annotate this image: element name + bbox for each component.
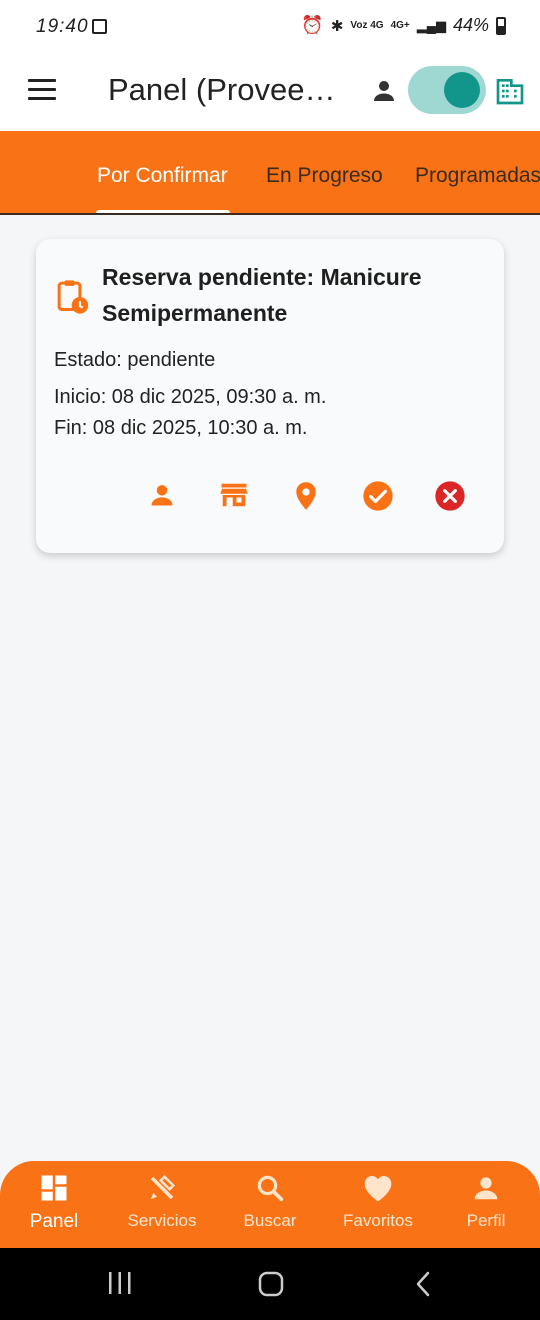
nav-buscar[interactable]: Buscar [220, 1173, 320, 1231]
nav-label-buscar: Buscar [243, 1211, 297, 1230]
account-icon[interactable] [369, 76, 399, 106]
nav-label-servicios: Servicios [127, 1211, 197, 1230]
booking-end: Fin: 08 dic 2025, 10:30 a. m. [54, 417, 308, 439]
page-title: Panel (Proveedor) [108, 72, 338, 107]
system-navigation-bar [0, 1248, 540, 1320]
signal-icon: ▂▄▆ [416, 17, 446, 33]
nav-label-perfil: Perfil [466, 1211, 506, 1230]
nav-label-favoritos: Favoritos [343, 1211, 413, 1230]
tab-en-progreso[interactable]: En Progreso [266, 164, 383, 188]
volte-icon: Voz 4G [350, 19, 384, 31]
tools-icon [150, 1174, 176, 1200]
location-pin-icon[interactable] [292, 480, 320, 512]
nav-panel[interactable]: Panel [4, 1173, 104, 1233]
nav-perfil[interactable]: Perfil [436, 1173, 536, 1231]
provider-mode-toggle[interactable] [408, 66, 486, 114]
heart-icon [364, 1176, 392, 1202]
dashboard-icon [41, 1175, 67, 1201]
alarm-icon: ⏰ [301, 15, 324, 35]
status-bar: 19:40 ⏰ ✱ Voz 4G 4G+ ▂▄▆ 44% [0, 0, 540, 56]
app-bar: Panel (Proveedor) [0, 56, 540, 131]
cancel-circle-icon[interactable] [434, 480, 466, 512]
battery-icon [496, 16, 506, 35]
toggle-knob [444, 72, 480, 108]
tab-bar: Por Confirmar En Progreso Programadas [0, 131, 540, 215]
back-icon[interactable] [412, 1270, 434, 1298]
clipboard-clock-icon [57, 280, 89, 314]
booking-title: Reserva pendiente: Manicure Semipermanen… [102, 264, 422, 326]
gallery-notification-icon [92, 19, 107, 34]
bottom-navigation: Panel Servicios Buscar Favoritos Perfil [0, 1161, 540, 1248]
booking-card[interactable]: Reserva pendiente: Manicure Semipermanen… [36, 239, 504, 553]
status-time: 19:40 [36, 16, 89, 37]
person-icon [474, 1177, 498, 1200]
nav-favoritos[interactable]: Favoritos [328, 1173, 428, 1231]
home-icon[interactable] [257, 1270, 285, 1298]
booking-status: Estado: pendiente [54, 349, 216, 371]
client-person-icon[interactable] [148, 480, 176, 510]
tab-programadas[interactable]: Programadas [415, 164, 540, 188]
check-circle-icon[interactable] [362, 480, 394, 512]
recent-apps-icon[interactable] [106, 1270, 134, 1296]
tab-por-confirmar[interactable]: Por Confirmar [97, 164, 228, 188]
booking-start: Inicio: 08 dic 2025, 09:30 a. m. [54, 386, 327, 408]
business-icon[interactable] [494, 75, 526, 107]
menu-icon[interactable] [28, 79, 56, 101]
network-type-icon: 4G+ [390, 19, 410, 31]
status-icons: ⏰ ✱ Voz 4G 4G+ ▂▄▆ 44% [301, 15, 506, 36]
nav-label-panel: Panel [29, 1211, 79, 1232]
nav-servicios[interactable]: Servicios [112, 1173, 212, 1231]
store-icon[interactable] [219, 480, 249, 510]
active-tab-indicator [96, 210, 230, 213]
battery-level: 44% [452, 15, 489, 35]
search-icon [257, 1175, 284, 1202]
bluetooth-icon: ✱ [330, 17, 344, 35]
